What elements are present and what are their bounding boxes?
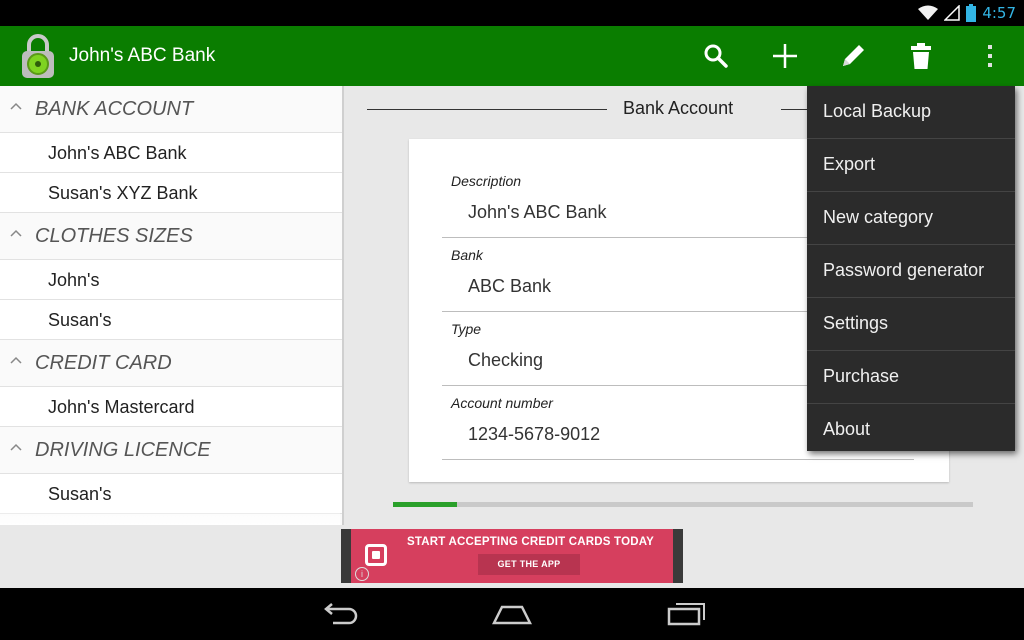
list-item[interactable]: Susan's [0,300,342,340]
chevron-up-icon [10,102,22,110]
field-label: Account number [451,395,553,411]
section-title: Bank Account [623,98,734,118]
home-button[interactable] [488,598,536,630]
menu-item-new-category[interactable]: New category [807,192,1015,245]
category-label: CLOTHES SIZES [35,225,193,247]
category-label: BANK ACCOUNT [35,98,194,120]
ad-cta-button[interactable]: GET THE APP [478,554,580,575]
ad-area: START ACCEPTING CREDIT CARDS TODAY GET T… [0,525,1024,588]
chevron-up-icon [10,356,22,364]
field-label: Description [451,173,522,189]
field-label: Bank [451,247,483,263]
menu-item-label: About [823,419,871,439]
list-fade [0,507,340,525]
chevron-up-icon [10,229,22,237]
status-time: 4:57 [982,4,1016,22]
ad-info-icon[interactable]: i [355,567,369,581]
list-item-label: Susan's [48,484,112,504]
plus-icon [773,44,797,68]
field-label: Type [451,321,482,337]
category-header[interactable]: CLOTHES SIZES [0,213,342,260]
category-label: CREDIT CARD [35,352,172,374]
menu-item-about[interactable]: About [807,404,1015,456]
navigation-bar [0,588,1024,640]
chevron-up-icon [10,443,22,451]
menu-item-label: New category [823,207,934,227]
search-icon [704,44,728,68]
menu-item-label: Purchase [823,366,900,386]
app-bar: John's ABC Bank [0,26,1024,86]
divider [367,109,607,110]
back-icon [324,603,358,625]
list-item-label: John's Mastercard [48,397,195,417]
app-title: John's ABC Bank [69,45,216,66]
pencil-icon [843,45,864,66]
menu-item-label: Settings [823,313,889,333]
recents-button[interactable] [662,598,710,630]
field-value: John's ABC Bank [468,202,607,222]
overflow-menu-icon [988,45,992,67]
field-value: ABC Bank [468,276,552,296]
category-header[interactable]: DRIVING LICENCE [0,427,342,474]
progress-fill [393,502,457,507]
list-item[interactable]: Susan's XYZ Bank [0,173,342,213]
category-header[interactable]: CREDIT CARD [0,340,342,387]
wifi-icon [918,5,939,20]
ad-headline: START ACCEPTING CREDIT CARDS TODAY [407,536,655,548]
menu-item-label: Password generator [823,260,985,280]
home-icon [492,605,532,625]
field-value: Checking [468,350,544,370]
menu-item-settings[interactable]: Settings [807,298,1015,351]
recents-icon [667,603,705,626]
status-bar: 4:57 [0,0,1024,26]
list-item[interactable]: John's ABC Bank [0,133,342,173]
sidebar: BANK ACCOUNT John's ABC Bank Susan's XYZ… [0,86,344,525]
progress-bar [393,502,973,507]
menu-item-purchase[interactable]: Purchase [807,351,1015,404]
menu-item-password-generator[interactable]: Password generator [807,245,1015,298]
add-button[interactable] [769,40,801,72]
back-button[interactable] [315,598,363,630]
status-icons: 4:57 [918,3,1016,23]
edit-button[interactable] [837,40,869,72]
ad-banner[interactable]: START ACCEPTING CREDIT CARDS TODAY GET T… [341,529,683,583]
overflow-menu: Local Backup Export New category Passwor… [807,86,1015,451]
menu-item-export[interactable]: Export [807,139,1015,192]
list-item-label: John's ABC Bank [48,143,187,163]
list-item-label: Susan's XYZ Bank [48,183,198,203]
square-logo-icon [365,544,387,566]
battery-icon [966,4,977,22]
menu-item-local-backup[interactable]: Local Backup [807,86,1015,139]
overflow-menu-button[interactable] [974,40,1006,72]
menu-item-label: Export [823,154,876,174]
padlock-app-icon[interactable] [18,32,58,80]
list-item[interactable]: John's [0,260,342,300]
category-header[interactable]: BANK ACCOUNT [0,86,342,133]
search-button[interactable] [700,40,732,72]
list-item-label: Susan's [48,310,112,330]
signal-icon [944,5,961,21]
list-item[interactable]: John's Mastercard [0,387,342,427]
list-item-label: John's [48,270,100,290]
menu-item-label: Local Backup [823,101,932,121]
field-value: 1234-5678-9012 [468,424,601,444]
trash-icon [911,43,931,69]
category-label: DRIVING LICENCE [35,439,211,461]
delete-button[interactable] [905,40,937,72]
